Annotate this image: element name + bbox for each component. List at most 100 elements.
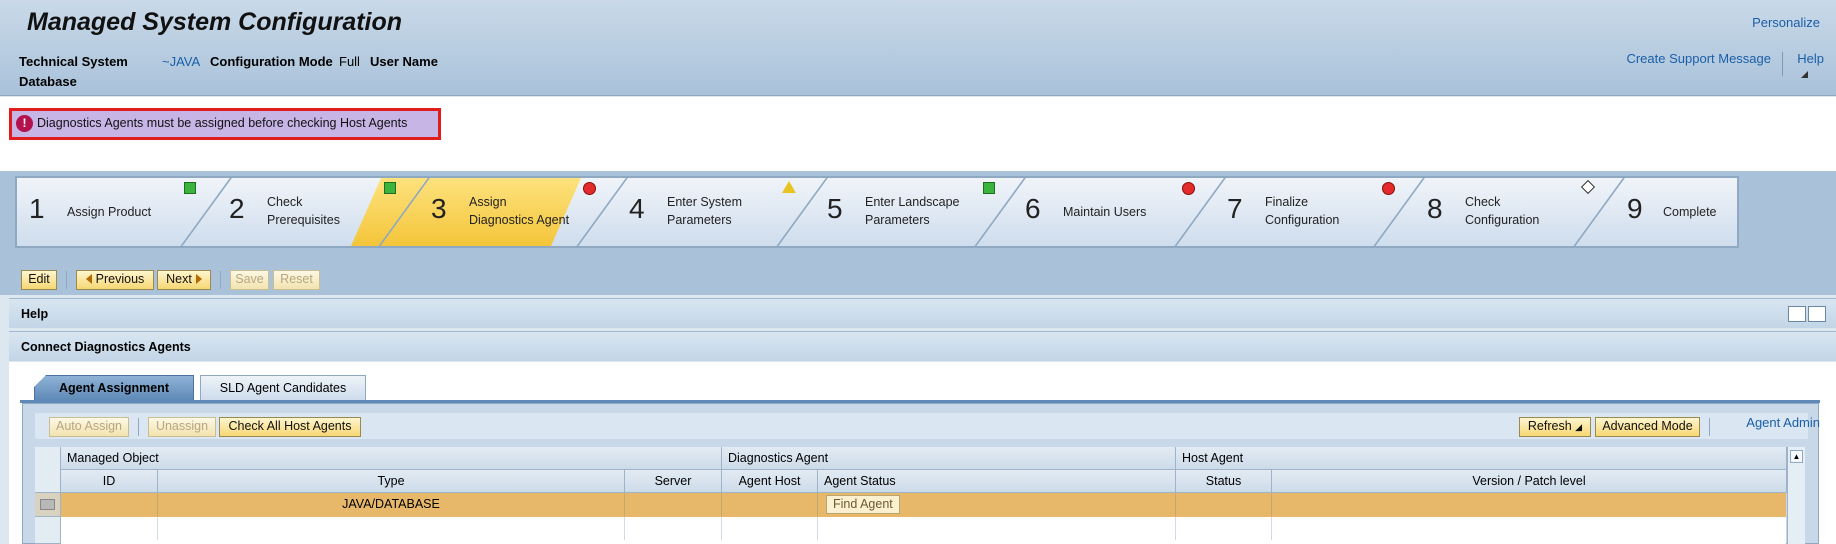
panel-layout-icon[interactable]: [1788, 306, 1806, 322]
advanced-mode-button[interactable]: Advanced Mode: [1595, 417, 1700, 437]
edit-button[interactable]: Edit: [21, 270, 57, 290]
roadmap-step-6[interactable]: 6 Maintain Users: [997, 178, 1177, 246]
group-header-host-agent: Host Agent: [1176, 447, 1787, 470]
table-row[interactable]: JAVA/DATABASE Find Agent: [61, 493, 1786, 517]
step-label-line2: Configuration: [1465, 213, 1540, 227]
cell-agent-status: Find Agent: [818, 493, 1176, 516]
error-icon: !: [16, 115, 33, 132]
row-selector[interactable]: [35, 517, 61, 544]
roadmap-step-2[interactable]: 2 Check Prerequisites: [197, 178, 377, 246]
previous-button[interactable]: Previous: [76, 270, 154, 290]
roadmap-step-7[interactable]: 7 Finalize Configuration: [1197, 178, 1377, 246]
step-label-line2: Parameters: [667, 213, 732, 227]
auto-assign-button[interactable]: Auto Assign: [49, 417, 129, 437]
create-support-message-link[interactable]: Create Support Message: [1626, 51, 1771, 66]
step-label: Maintain Users: [1063, 205, 1147, 219]
cell-agent-host: [722, 493, 818, 516]
status-error-icon: [1382, 182, 1395, 195]
column-header-id[interactable]: ID: [61, 470, 158, 493]
cell-empty: [1176, 517, 1272, 540]
column-header-version[interactable]: Version / Patch level: [1272, 470, 1787, 493]
personalize-link[interactable]: Personalize: [1752, 15, 1820, 30]
column-header-server[interactable]: Server: [625, 470, 722, 493]
unassign-button[interactable]: Unassign: [148, 417, 216, 437]
roadmap-step-3[interactable]: 3 Assign Diagnostics Agent: [397, 178, 577, 246]
step-number: 8: [1427, 193, 1443, 224]
database-label: Database: [19, 74, 77, 89]
step-number: 5: [827, 193, 843, 224]
scroll-up-icon[interactable]: ▲: [1790, 450, 1803, 463]
column-header-status[interactable]: Status: [1176, 470, 1272, 493]
toolbar-separator: [66, 271, 67, 289]
group-header-diagnostics-agent: Diagnostics Agent: [722, 447, 1176, 470]
step-number: 1: [29, 193, 45, 224]
step-label-line2: Parameters: [865, 213, 930, 227]
tab-agent-assignment[interactable]: Agent Assignment: [34, 375, 194, 401]
toolbar-separator: [1709, 418, 1710, 436]
header-separator: [1782, 52, 1783, 76]
row-selector-indicator: [40, 499, 55, 510]
status-ok-icon: [384, 182, 396, 194]
help-panel-header[interactable]: Help: [9, 298, 1836, 328]
save-button[interactable]: Save: [230, 270, 269, 290]
previous-label: Previous: [95, 272, 145, 286]
help-link[interactable]: Help: [1797, 51, 1824, 66]
cell-empty: [625, 517, 722, 540]
toolbar-separator: [138, 418, 139, 436]
help-expand-icon[interactable]: [1801, 71, 1808, 78]
row-selector[interactable]: [35, 493, 61, 517]
page-title: Managed System Configuration: [27, 8, 403, 36]
refresh-label: Refresh: [1527, 419, 1572, 433]
config-mode-label: Configuration Mode: [210, 54, 333, 69]
step-number: 2: [229, 193, 245, 224]
user-name-label: User Name: [370, 54, 438, 69]
step-label-line2: Configuration: [1265, 213, 1340, 227]
step-label: Complete: [1663, 205, 1717, 219]
config-mode-value: Full: [339, 54, 360, 69]
connect-panel-header: Connect Diagnostics Agents: [9, 331, 1836, 361]
roadmap-step-4[interactable]: 4 Enter System Parameters: [597, 178, 777, 246]
cell-empty: [158, 517, 625, 540]
find-agent-button[interactable]: Find Agent: [826, 495, 900, 514]
refresh-button[interactable]: Refresh ◢: [1519, 417, 1591, 437]
step-label-line1: Check: [1465, 195, 1501, 209]
tab-sld-agent-candidates[interactable]: SLD Agent Candidates: [200, 375, 366, 401]
column-header-type[interactable]: Type: [158, 470, 625, 493]
page-header: Managed System Configuration Personalize…: [0, 0, 1836, 96]
next-button[interactable]: Next: [157, 270, 211, 290]
status-error-icon: [1182, 182, 1195, 195]
agent-admin-link[interactable]: Agent Admin: [1746, 415, 1820, 430]
maximize-icon[interactable]: [1808, 306, 1826, 322]
status-warning-icon: [782, 181, 796, 193]
cell-status: [1176, 493, 1272, 516]
step-label-line2: Prerequisites: [267, 213, 340, 227]
roadmap-step-8[interactable]: 8 Check Configuration: [1397, 178, 1577, 246]
vertical-scrollbar[interactable]: ▲: [1787, 447, 1805, 544]
message-area: ! Diagnostics Agents must be assigned be…: [0, 97, 1836, 171]
error-message-text: Diagnostics Agents must be assigned befo…: [37, 116, 408, 130]
column-header-agent-status[interactable]: Agent Status: [818, 470, 1176, 493]
error-message: ! Diagnostics Agents must be assigned be…: [9, 108, 441, 140]
cell-server: [625, 493, 722, 516]
check-all-host-agents-button[interactable]: Check All Host Agents: [219, 417, 361, 437]
step-number: 3: [431, 193, 447, 224]
step-label-line2: Diagnostics Agent: [469, 213, 570, 227]
next-arrow-icon: [195, 274, 202, 284]
step-label-line1: Enter System: [667, 195, 743, 209]
select-all-cell[interactable]: [35, 447, 61, 493]
step-label-line1: Enter Landscape: [865, 195, 960, 209]
column-header-agent-host[interactable]: Agent Host: [722, 470, 818, 493]
step-number: 6: [1025, 193, 1041, 224]
cell-empty: [61, 517, 158, 540]
next-label: Next: [166, 272, 192, 286]
technical-system-value[interactable]: ~JAVA: [162, 54, 200, 69]
connect-panel-title: Connect Diagnostics Agents: [21, 340, 191, 354]
step-label-line1: Check: [267, 195, 303, 209]
reset-button[interactable]: Reset: [273, 270, 320, 290]
roadmap-step-1[interactable]: 1 Assign Product: [17, 178, 197, 246]
roadmap-step-9[interactable]: 9 Complete: [1597, 178, 1737, 246]
roadmap-step-5[interactable]: 5 Enter Landscape Parameters: [797, 178, 977, 246]
step-label-line1: Finalize: [1265, 195, 1309, 209]
cell-type: JAVA/DATABASE: [158, 493, 625, 516]
status-ok-icon: [184, 182, 196, 194]
